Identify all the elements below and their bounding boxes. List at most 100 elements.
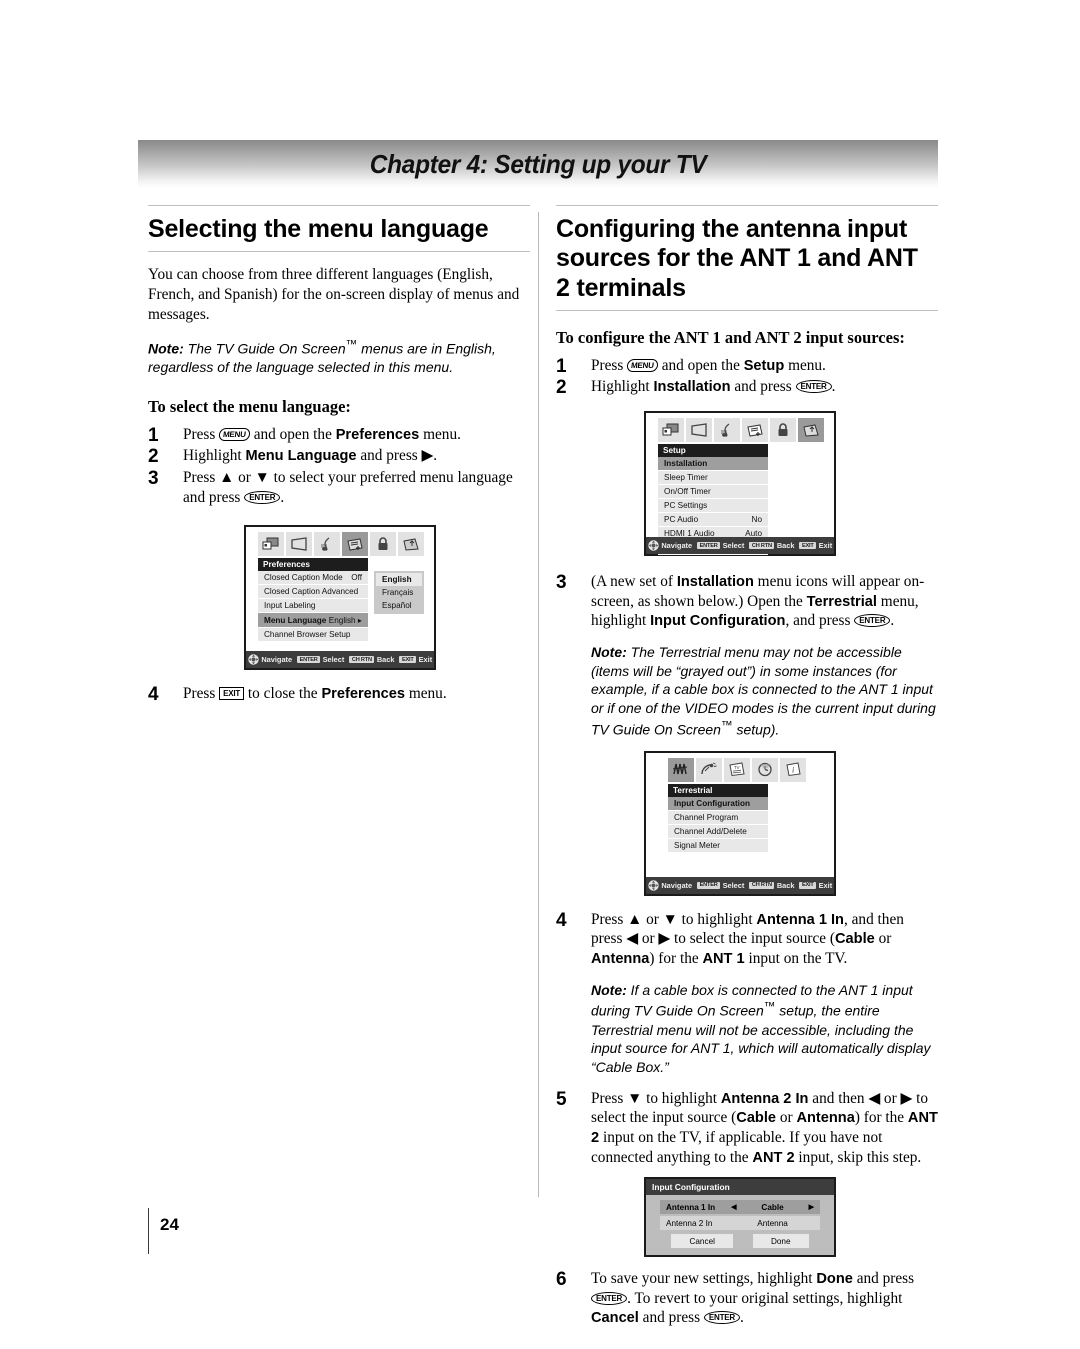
s3-t4: , and press xyxy=(785,612,855,630)
s6-b2: Cancel xyxy=(591,1310,639,1327)
nav-group: Navigate xyxy=(248,654,292,665)
antenna-1-in-row[interactable]: Antenna 1 In ◀ Cable ▶ xyxy=(660,1200,820,1215)
right-steps-list-a: 1 Press MENU and open the Setup menu. 2 … xyxy=(556,356,938,399)
osd-row-label: Signal Meter xyxy=(674,840,720,850)
osd-nav-bar: Navigate ENTER Select CH RTN Back EXIT E… xyxy=(246,651,434,669)
antenna-signal-icon xyxy=(668,757,694,782)
dialog-title: Input Configuration xyxy=(646,1179,834,1196)
s5-t3: or xyxy=(776,1109,797,1127)
language-option-espanol[interactable]: Español xyxy=(376,599,422,613)
osd-row[interactable]: Channel Program xyxy=(668,810,768,825)
enter-key-pill-icon: ENTER xyxy=(697,881,721,889)
column-divider xyxy=(538,212,539,1197)
language-option-francais[interactable]: Français xyxy=(376,586,422,600)
step-4: 4 Press EXIT to close the Preferences me… xyxy=(148,684,530,705)
exit-key-pill-icon: EXIT xyxy=(399,656,417,664)
s3-t1: (A new set of xyxy=(591,573,677,591)
page-number: 24 xyxy=(160,1215,179,1234)
step-text-pre: Press xyxy=(183,425,220,443)
s4-b1: Antenna 1 In xyxy=(756,911,844,928)
osd-row[interactable]: Channel Browser Setup xyxy=(258,628,368,643)
lock-icon xyxy=(370,532,396,557)
cancel-button[interactable]: Cancel xyxy=(671,1234,733,1249)
footer-rule xyxy=(148,1208,149,1254)
osd-row[interactable]: Sleep Timer xyxy=(658,471,768,486)
back-group: CH RTN Back xyxy=(749,881,794,890)
ch-return-key-pill-icon: CH RTN xyxy=(749,881,775,889)
chapter-title: Chapter 4: Setting up your TV xyxy=(369,148,707,179)
enter-key-pill-icon: ENTER xyxy=(297,656,321,664)
step-text-pre: Press xyxy=(183,685,220,703)
antenna-2-in-row[interactable]: Antenna 2 In Antenna xyxy=(660,1216,820,1231)
osd-menu-list: Closed Caption Mode Off Closed Caption A… xyxy=(258,571,368,643)
osd-row-label: Closed Caption Mode xyxy=(264,573,343,583)
osd-icon-row: TV i xyxy=(646,753,834,782)
osd-nav-bar: Navigate ENTER Select CH RTN Back EXIT E… xyxy=(646,876,834,894)
osd-row-selected[interactable]: Installation xyxy=(658,457,768,472)
select-label: Select xyxy=(722,880,745,890)
dialog-body: Antenna 1 In ◀ Cable ▶ Antenna 2 In Ante… xyxy=(646,1195,834,1255)
s5-b1: Antenna 2 In xyxy=(720,1090,809,1107)
exit-label: Exit xyxy=(418,655,433,665)
s6-t1: To save your new settings, highlight xyxy=(591,1270,817,1288)
language-option-english[interactable]: English xyxy=(376,573,422,587)
osd-row-value: No xyxy=(751,515,762,525)
trademark-icon: ™ xyxy=(345,337,358,351)
s4-t4: ) for the xyxy=(649,950,703,968)
step-text-pre: Press xyxy=(591,356,628,374)
exit-group: EXIT Exit xyxy=(799,881,832,890)
step-text-mid: to close the xyxy=(244,685,322,703)
s4-b4: ANT 1 xyxy=(702,951,745,968)
step-text-post: menu. xyxy=(405,685,447,703)
s3-b2: Terrestrial xyxy=(806,593,877,610)
right-arrow-icon[interactable]: ▶ xyxy=(802,1203,814,1211)
row-value: Cable xyxy=(761,1202,784,1212)
osd-row-label: PC Settings xyxy=(664,501,708,511)
terrestrial-osd-screenshot: TV i Terrestrial Input Configuration Cha… xyxy=(644,750,836,896)
osd-row[interactable]: On/Off Timer xyxy=(658,485,768,500)
enter-key-icon: ENTER xyxy=(795,380,832,394)
osd-row[interactable]: Channel Add/Delete xyxy=(668,824,768,839)
step-bold: Setup xyxy=(743,357,785,374)
left-steps-list: 1 Press MENU and open the Preferences me… xyxy=(148,425,530,508)
osd-row-selected[interactable]: Input Configuration xyxy=(668,796,768,811)
ch-return-key-pill-icon: CH RTN xyxy=(349,656,375,664)
step3-note: Note: The Terrestrial menu may not be ac… xyxy=(591,643,938,739)
osd-row-label: Channel Add/Delete xyxy=(674,826,747,836)
osd-nav-bar: Navigate ENTER Select CH RTN Back EXIT E… xyxy=(646,537,834,555)
step-bold: Installation xyxy=(653,379,731,396)
step-text-post: menu. xyxy=(419,425,461,443)
osd-row[interactable]: PC Settings xyxy=(658,499,768,514)
menu-key-icon: MENU xyxy=(218,427,251,441)
osd-row[interactable]: Closed Caption Advanced xyxy=(258,585,368,600)
nav-label: Navigate xyxy=(261,655,293,665)
enter-key-icon: ENTER xyxy=(703,1311,740,1325)
select-group: ENTER Select xyxy=(297,655,344,664)
osd-row[interactable]: Closed Caption Mode Off xyxy=(258,571,368,586)
osd-row[interactable]: Input Labeling xyxy=(258,599,368,614)
osd-row-selected[interactable]: Menu Language English ▸ xyxy=(258,613,368,629)
step-number: 5 xyxy=(556,1088,567,1110)
right-top-rule xyxy=(556,205,938,206)
osd-row[interactable]: Signal Meter xyxy=(668,838,768,853)
enter-key-pill-icon: ENTER xyxy=(697,542,721,550)
step4-note: Note: If a cable box is connected to the… xyxy=(591,981,938,1077)
left-arrow-icon[interactable]: ◀ xyxy=(731,1203,743,1211)
done-button[interactable]: Done xyxy=(752,1234,809,1249)
osd-row-label: Installation xyxy=(664,459,708,469)
step-text-mid: and open the xyxy=(657,356,744,374)
s5-t1: Press ▼ to highlight xyxy=(591,1089,721,1107)
s4-t3: or xyxy=(874,930,892,948)
step-bold: Menu Language xyxy=(245,448,357,465)
osd-row-label: Input Labeling xyxy=(264,601,316,611)
osd-row[interactable]: PC Audio No xyxy=(658,513,768,528)
row-value: Antenna xyxy=(757,1218,788,1228)
exit-key-pill-icon: EXIT xyxy=(799,542,817,550)
step-2: 2 Highlight Installation and press ENTER… xyxy=(556,377,938,398)
nav-label: Navigate xyxy=(661,541,693,551)
step-3: 3 (A new set of Installation menu icons … xyxy=(556,572,938,739)
step-number: 2 xyxy=(148,446,159,468)
lock-icon xyxy=(770,418,796,443)
nav-group: Navigate xyxy=(648,880,692,891)
enter-key-icon: ENTER xyxy=(244,490,281,504)
